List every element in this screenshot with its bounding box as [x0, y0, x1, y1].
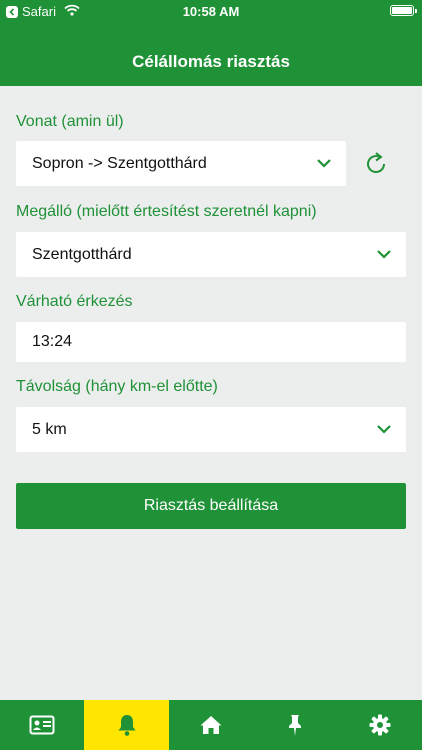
tab-id-card[interactable] — [0, 700, 84, 750]
chevron-down-icon — [376, 422, 392, 440]
bell-icon — [118, 715, 136, 736]
gear-icon — [369, 714, 391, 736]
app-header: Safari 10:58 AM Célállomás riasztás — [0, 0, 422, 86]
chevron-down-icon — [376, 247, 392, 265]
tab-alarm[interactable] — [84, 700, 169, 750]
arrival-value: 13:24 — [32, 333, 73, 350]
tab-settings[interactable] — [338, 700, 422, 750]
distance-value: 5 km — [32, 420, 67, 438]
distance-select[interactable]: 5 km — [16, 407, 406, 452]
train-label: Vonat (amin ül) — [16, 113, 124, 130]
stop-label: Megálló (mielőtt értesítést szeretnél ka… — [16, 203, 317, 220]
set-alarm-button[interactable]: Riasztás beállítása — [16, 483, 406, 529]
battery-indicator — [390, 5, 417, 16]
home-icon — [200, 716, 222, 734]
battery-icon — [390, 5, 417, 16]
stop-select[interactable]: Szentgotthárd — [16, 232, 406, 277]
refresh-icon — [367, 152, 385, 173]
tab-home[interactable] — [169, 700, 253, 750]
arrival-field[interactable]: 13:24 — [16, 322, 406, 362]
stop-value: Szentgotthárd — [32, 245, 132, 263]
chevron-down-icon — [316, 156, 332, 174]
id-card-icon — [29, 715, 55, 735]
arrival-label: Várható érkezés — [16, 293, 133, 310]
tab-pin[interactable] — [253, 700, 337, 750]
train-select[interactable]: Sopron -> Szentgotthárd — [16, 141, 346, 186]
status-bar: Safari 10:58 AM — [0, 0, 422, 24]
pin-icon — [289, 715, 302, 736]
refresh-button[interactable] — [362, 150, 390, 183]
tab-bar — [0, 700, 422, 750]
page-title: Célállomás riasztás — [132, 52, 290, 71]
distance-label: Távolság (hány km-el előtte) — [16, 378, 218, 395]
train-value: Sopron -> Szentgotthárd — [32, 154, 207, 172]
status-time: 10:58 AM — [182, 4, 240, 19]
